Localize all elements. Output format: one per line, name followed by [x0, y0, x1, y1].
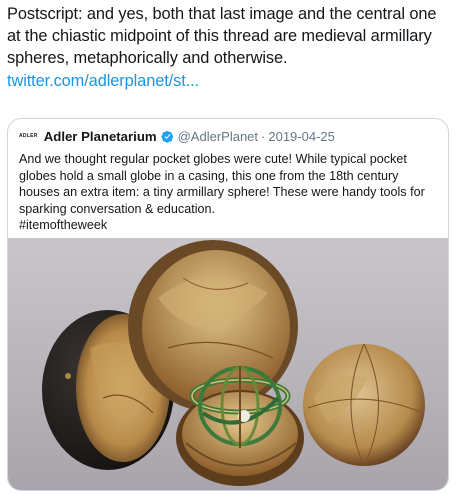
- quoted-tweet-header: ADLER Adler Planetarium @AdlerPlanet · 2…: [19, 127, 335, 145]
- quoted-author-handle: @AdlerPlanet: [177, 128, 259, 144]
- tweet-text: Postscript: and yes, both that last imag…: [7, 3, 453, 92]
- quoted-tweet-card[interactable]: ADLER Adler Planetarium @AdlerPlanet · 2…: [7, 118, 449, 491]
- adler-logo: ADLER: [19, 132, 38, 139]
- quoted-author-name[interactable]: Adler Planetarium: [44, 129, 157, 144]
- date-separator: ·: [261, 128, 266, 144]
- verified-badge-icon: [161, 130, 174, 143]
- quoted-tweet-body: And we thought regular pocket globes wer…: [19, 151, 439, 234]
- quoted-tweet-date: 2019-04-25: [268, 128, 335, 144]
- pocket-globe-photo: [8, 238, 448, 490]
- quoted-tweet-text: And we thought regular pocket globes wer…: [19, 152, 425, 216]
- hashtag-link[interactable]: #itemoftheweek: [19, 218, 107, 232]
- tweet-photo[interactable]: [8, 238, 448, 490]
- tweet-link[interactable]: twitter.com/adlerplanet/st...: [7, 70, 453, 92]
- tweet-body: Postscript: and yes, both that last imag…: [7, 5, 437, 68]
